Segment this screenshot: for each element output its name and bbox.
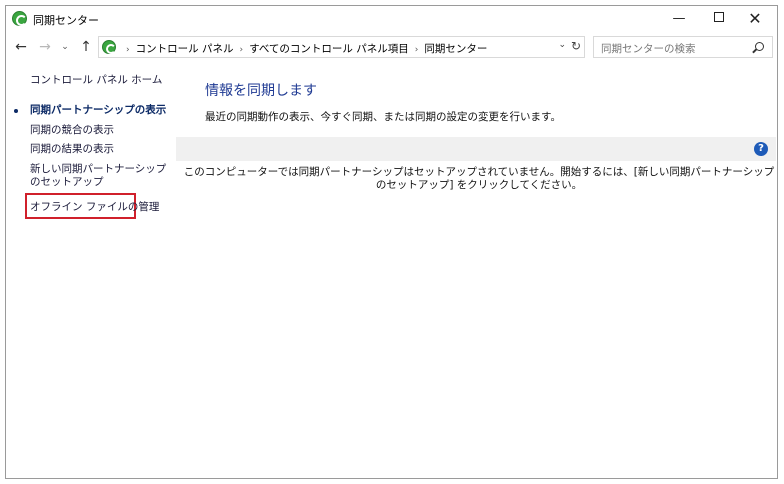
breadcrumb-sync-center[interactable]: 同期センター	[424, 43, 487, 55]
back-button[interactable]: ←	[13, 36, 29, 58]
recent-locations-button[interactable]: ⌄	[60, 36, 70, 58]
search-placeholder: 同期センターの検索	[601, 43, 696, 55]
search-icon[interactable]	[755, 42, 764, 51]
breadcrumb-all-control-panel-items[interactable]: すべてのコントロール パネル項目	[249, 43, 409, 55]
sidebar-item-manage-offline-files[interactable]: オフライン ファイルの管理	[30, 201, 159, 214]
breadcrumb-control-panel[interactable]: コントロール パネル	[136, 43, 234, 55]
page-description: 最近の同期動作の表示、今すぐ同期、または同期の設定の変更を行います。	[205, 111, 561, 123]
page-title: 情報を同期します	[205, 83, 317, 99]
address-bar[interactable]: › コントロール パネル › すべてのコントロール パネル項目 › 同期センター ⌄ ↻	[98, 36, 585, 58]
sync-center-icon	[12, 11, 27, 26]
chevron-right-icon[interactable]: ›	[239, 45, 243, 55]
close-button[interactable]: ✕	[737, 6, 773, 32]
search-input[interactable]: 同期センターの検索	[593, 36, 773, 58]
help-icon[interactable]: ?	[754, 142, 768, 156]
refresh-button[interactable]: ↻	[571, 39, 581, 53]
title-bar: 同期センター — ✕	[6, 6, 777, 32]
sidebar-item-view-partnerships[interactable]: 同期パートナーシップの表示	[30, 104, 166, 117]
window-title: 同期センター	[33, 14, 99, 27]
sync-center-window: 同期センター — ✕ ← → ⌄ ↑ › コントロール パネル › すべてのコントロー…	[5, 5, 778, 479]
sync-center-icon	[102, 40, 116, 54]
sidebar-item-view-conflicts[interactable]: 同期の競合の表示	[30, 124, 114, 137]
breadcrumb: › コントロール パネル › すべてのコントロール パネル項目 › 同期センター	[120, 41, 487, 56]
sidebar-item-new-partnership[interactable]: 新しい同期パートナーシップのセットアップ	[30, 163, 172, 189]
maximize-button[interactable]	[701, 6, 737, 32]
sidebar-item-view-results[interactable]: 同期の結果の表示	[30, 143, 114, 156]
empty-state-message: このコンピューターでは同期パートナーシップはセットアップされていません。開始する…	[183, 166, 775, 191]
chevron-right-icon: ›	[126, 45, 130, 55]
forward-button[interactable]: →	[37, 36, 53, 58]
maximize-icon	[714, 12, 724, 22]
sidebar-item-control-panel-home[interactable]: コントロール パネル ホーム	[30, 74, 162, 87]
selected-bullet-icon	[14, 109, 18, 113]
navigation-bar: ← → ⌄ ↑ › コントロール パネル › すべてのコントロール パネル項目 › 同期セ…	[6, 36, 777, 58]
minimize-button[interactable]: —	[661, 6, 697, 32]
address-dropdown-button[interactable]: ⌄	[558, 40, 566, 50]
up-button[interactable]: ↑	[78, 36, 94, 58]
toolbar: ?	[176, 137, 776, 161]
chevron-right-icon[interactable]: ›	[415, 45, 419, 55]
